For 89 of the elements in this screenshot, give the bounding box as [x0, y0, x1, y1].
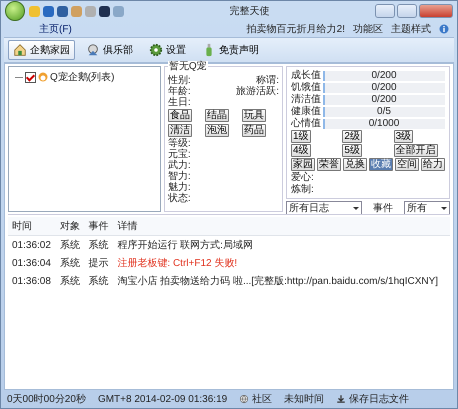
- ribbon-link[interactable]: 拍卖物百元折月给力2!: [246, 22, 345, 36]
- item-button[interactable]: 清洁: [168, 124, 192, 137]
- close-button[interactable]: [419, 4, 453, 18]
- stat-label: 成长值: [291, 70, 321, 81]
- globe-stand-icon: [86, 43, 100, 57]
- column-header[interactable]: 时间: [8, 217, 56, 236]
- info-icon[interactable]: [439, 24, 449, 34]
- stat-reading: 0/5: [376, 106, 392, 116]
- table-cell-text: 淘宝小店 拍卖物送给力码 啦...[完整版:http://pan.baidu.com/s/1hqICXNY]: [116, 274, 440, 289]
- level-button[interactable]: 4级: [291, 144, 311, 157]
- field-label: 状态:: [168, 193, 192, 204]
- action-button[interactable]: 空间: [395, 158, 419, 171]
- table-cell: 系统: [84, 236, 114, 254]
- stat-label: 健康值: [291, 106, 321, 117]
- action-button[interactable]: 荣誉: [317, 158, 341, 171]
- action-button[interactable]: 家园: [291, 158, 315, 171]
- field-label: 旅游活跃:: [236, 86, 279, 97]
- level-button[interactable]: 3级: [394, 130, 414, 143]
- action-button[interactable]: 兑换: [343, 158, 367, 171]
- status-text: 保存日志文件: [349, 392, 410, 406]
- status-text: 社区: [252, 392, 272, 406]
- minimize-button[interactable]: [375, 4, 395, 18]
- table-cell-text: 01:36:04: [11, 256, 52, 270]
- action-button[interactable]: 收藏: [369, 158, 393, 171]
- panel-title: 暂无Q宠: [168, 61, 208, 72]
- status-text: 未知时间: [284, 392, 324, 406]
- field-label: 武力:: [168, 160, 192, 171]
- item-button[interactable]: 结晶: [204, 109, 229, 122]
- field-label: 生日:: [168, 97, 191, 108]
- ribbon-link[interactable]: 功能区: [353, 22, 383, 36]
- item-button[interactable]: 食品: [168, 109, 192, 122]
- table-cell: 系统: [56, 236, 85, 254]
- status-text: 0天00时00分20秒: [7, 392, 86, 406]
- toolbar-tab[interactable]: 企鹅家园: [8, 40, 75, 60]
- toolbar-tab[interactable]: 俱乐部: [81, 40, 138, 60]
- toolbar-icon[interactable]: [99, 6, 110, 16]
- field-label: 炼制:: [291, 184, 315, 195]
- column-header[interactable]: 详情: [113, 217, 450, 236]
- toolbar-tab[interactable]: 免责声明: [197, 40, 264, 60]
- level-button[interactable]: 2级: [342, 130, 362, 143]
- stat-reading: 0/1000: [368, 118, 400, 128]
- item-button[interactable]: 玩具: [242, 109, 266, 122]
- status-text: GMT+8 2014-02-09 01:36:19: [98, 394, 228, 404]
- table-cell: 01:36:02: [8, 236, 56, 254]
- stat-label: 心情值: [291, 118, 321, 129]
- stat-reading: 0/200: [370, 82, 398, 92]
- level-button[interactable]: 5级: [342, 144, 362, 157]
- ribbon-link[interactable]: 主题样式: [391, 22, 431, 36]
- field-label: 魅力:: [168, 182, 192, 193]
- level-button[interactable]: 全部开启: [394, 144, 438, 157]
- table-cell-text: 系统: [59, 274, 82, 289]
- table-cell-text: 系统: [59, 256, 82, 271]
- maximize-button[interactable]: [397, 4, 417, 18]
- toolbar-icon[interactable]: [57, 6, 68, 16]
- field-label: 称谓:: [256, 75, 279, 86]
- app-orb-icon[interactable]: [5, 1, 25, 21]
- level-button[interactable]: 1级: [291, 130, 311, 143]
- stat-reading: 0/200: [370, 94, 398, 104]
- window-title: 完整天使: [228, 4, 270, 18]
- table-cell-text: 提示: [88, 257, 110, 271]
- house-icon: [13, 43, 27, 57]
- tree-item[interactable]: Q宠企鹅(列表): [50, 70, 114, 84]
- event-filter-dropdown[interactable]: 所有: [404, 201, 450, 215]
- gear-icon: [149, 43, 163, 57]
- download-icon: [336, 394, 346, 404]
- filter-label: 事件: [373, 202, 393, 215]
- item-button[interactable]: 泡泡: [204, 124, 229, 137]
- field-label: 年龄:: [168, 86, 191, 97]
- column-header[interactable]: 对象: [56, 217, 85, 236]
- table-cell-text: 注册老板键: Ctrl+F12 失败!: [116, 256, 238, 271]
- checkbox[interactable]: [25, 72, 36, 82]
- stat-label: 饥饿值: [291, 82, 321, 93]
- action-button[interactable]: 给力: [421, 158, 445, 171]
- column-header[interactable]: 事件: [84, 217, 114, 236]
- stat-reading: 0/200: [370, 70, 398, 80]
- item-button[interactable]: 药品: [242, 124, 266, 137]
- ribbon-tab[interactable]: 主页(F): [35, 22, 76, 36]
- field-label: 爱心:: [291, 172, 315, 183]
- toolbar-tab[interactable]: 设置: [144, 40, 191, 60]
- field-label: 元宝:: [168, 149, 192, 160]
- stat-label: 清洁值: [291, 94, 321, 105]
- log-filter-dropdown[interactable]: 所有日志: [286, 201, 362, 215]
- table-cell-text: 系统: [88, 274, 110, 289]
- field-label: 等级:: [168, 138, 192, 149]
- field-label: 智力:: [168, 171, 192, 182]
- field-label: 性别:: [168, 75, 191, 86]
- table-cell: 程序开始运行 联网方式:局域网: [113, 236, 450, 254]
- table-cell-text: 01:36:08: [11, 274, 52, 288]
- globe-icon: [239, 394, 250, 404]
